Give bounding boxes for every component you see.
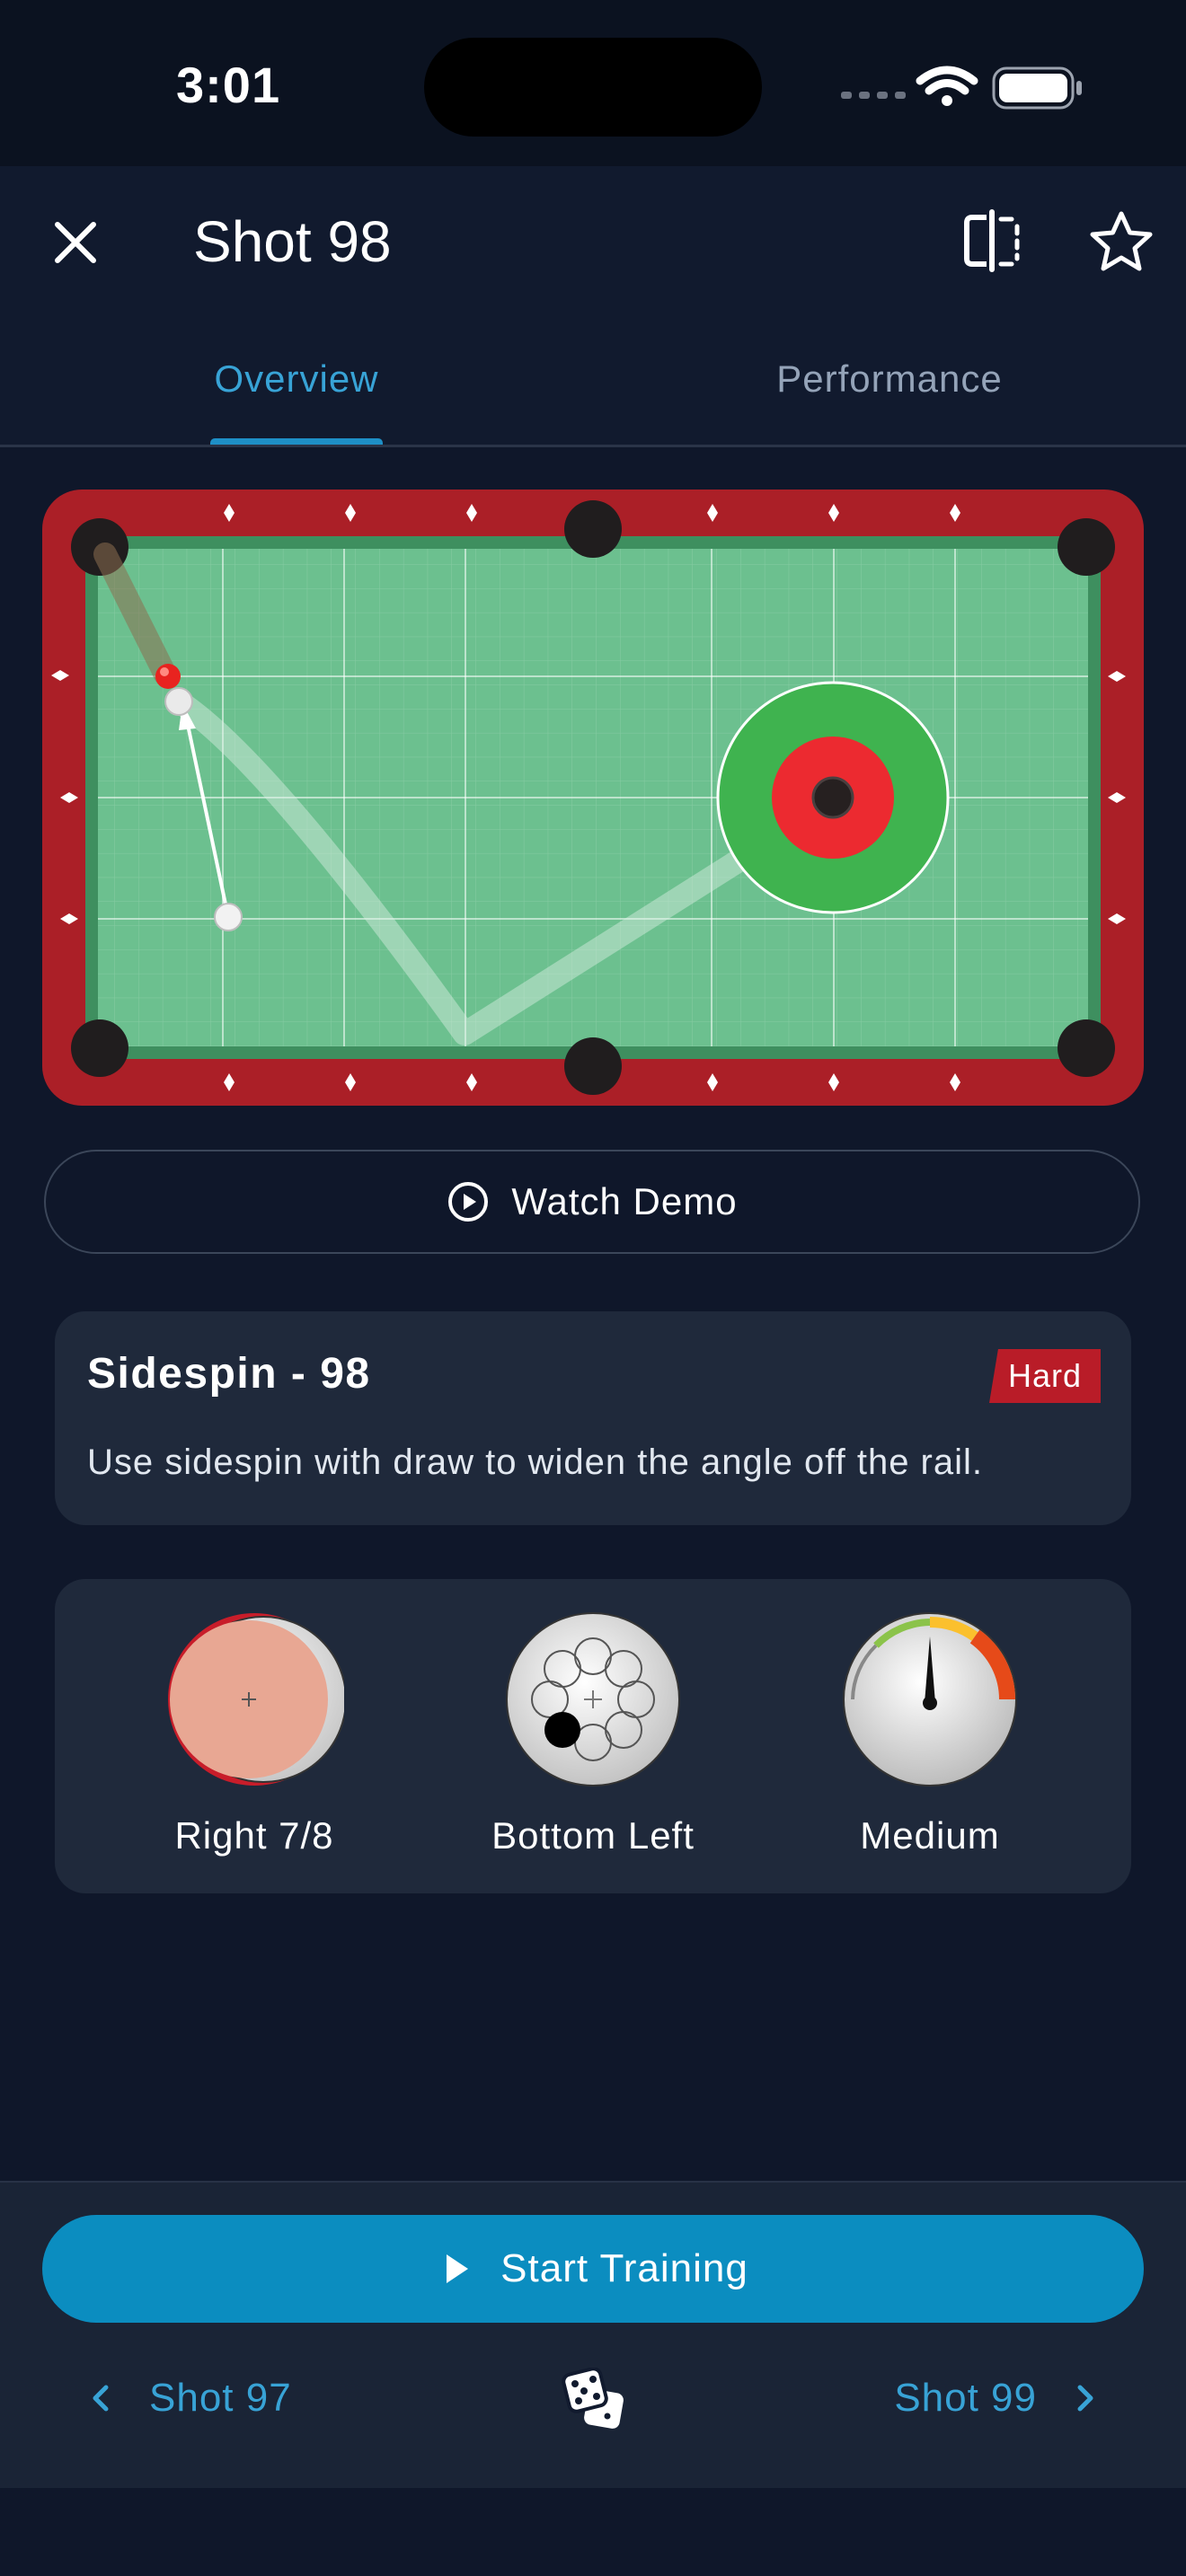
cut-angle-label: Right 7/8 <box>174 1814 334 1857</box>
watch-demo-button[interactable]: Watch Demo <box>44 1150 1140 1254</box>
shot-speed-setting[interactable]: Medium <box>795 1610 1065 1870</box>
signal-icon <box>841 92 906 99</box>
shot-settings-card: Right 7/8 Bottom Left Medium <box>55 1579 1131 1893</box>
chevron-left-icon <box>93 2385 109 2412</box>
wifi-icon <box>916 66 978 106</box>
speed-gauge-icon <box>843 1612 1017 1786</box>
dice-icon[interactable] <box>561 2368 625 2432</box>
play-circle-icon <box>448 1182 489 1222</box>
object-ball-red <box>155 664 181 689</box>
star-icon[interactable] <box>1087 208 1155 277</box>
difficulty-badge: Hard <box>989 1349 1101 1403</box>
previous-shot-button[interactable]: Shot 97 <box>83 2371 292 2425</box>
tab-overview[interactable]: Overview <box>180 357 413 411</box>
watch-demo-label: Watch Demo <box>511 1180 738 1222</box>
chevron-right-icon <box>1077 2385 1093 2412</box>
previous-shot-label: Shot 97 <box>149 2376 292 2420</box>
cue-tip-position-icon <box>506 1612 680 1786</box>
drill-title: Sidespin - 98 <box>87 1350 371 1398</box>
start-training-button[interactable]: Start Training <box>42 2215 1144 2323</box>
dynamic-island <box>424 38 762 137</box>
pocket-target <box>716 681 950 914</box>
shot-speed-label: Medium <box>860 1814 1000 1857</box>
status-icons <box>841 66 1082 110</box>
cut-angle-setting[interactable]: Right 7/8 <box>119 1610 389 1870</box>
next-shot-label: Shot 99 <box>894 2376 1037 2420</box>
status-time: 3:01 <box>176 57 281 113</box>
drill-description: Use sidespin with draw to widen the angl… <box>87 1442 984 1482</box>
tab-performance[interactable]: Performance <box>746 357 1033 411</box>
play-icon <box>447 2254 469 2283</box>
mirror-view-icon[interactable] <box>960 208 1024 273</box>
tab-divider <box>0 445 1186 447</box>
battery-icon <box>992 66 1082 110</box>
close-icon[interactable] <box>47 214 104 271</box>
cut-angle-icon <box>168 1613 344 1786</box>
status-bar: 3:01 <box>0 0 1186 166</box>
page-title: Shot 98 <box>193 209 392 274</box>
drill-description-card: Sidespin - 98 Hard Use sidespin with dra… <box>55 1311 1131 1525</box>
cue-tip-setting[interactable]: Bottom Left <box>458 1610 728 1870</box>
next-shot-button[interactable]: Shot 99 <box>894 2371 1103 2425</box>
cue-ball <box>214 903 243 931</box>
start-training-label: Start Training <box>500 2246 748 2290</box>
cue-tip-label: Bottom Left <box>491 1814 695 1857</box>
pool-table[interactable] <box>42 490 1144 1106</box>
ghost-ball <box>164 687 193 716</box>
